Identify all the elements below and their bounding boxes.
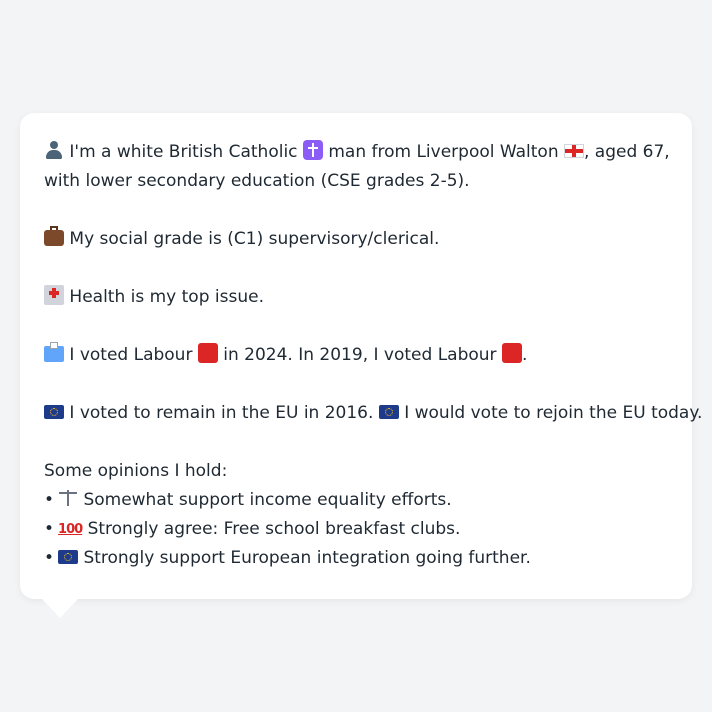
top-issue-paragraph: Health is my top issue. <box>44 283 672 312</box>
bullet: • <box>44 519 55 539</box>
person-icon <box>44 140 64 160</box>
eu-text-2: I would vote to rejoin the EU today. <box>404 403 703 423</box>
list-item: • 100 Strongly agree: Free school breakfa… <box>44 515 672 544</box>
bullet: • <box>44 548 55 568</box>
bullet: • <box>44 490 55 510</box>
briefcase-icon <box>44 226 64 246</box>
eu-flag-icon <box>378 405 399 419</box>
top-issue-text: Health is my top issue. <box>69 287 264 307</box>
eu-paragraph: I voted to remain in the EU in 2016. I w… <box>44 399 702 428</box>
social-grade-text: My social grade is (C1) supervisory/cler… <box>69 229 440 249</box>
opinion-text: Strongly support European integration go… <box>83 548 531 568</box>
red-square-icon <box>197 343 218 363</box>
scales-icon <box>58 488 78 508</box>
identity-line-1: I'm a white British Catholic man from Li… <box>44 138 672 167</box>
identity-text-3: , aged 67, <box>584 142 670 162</box>
ballot-box-icon <box>44 342 64 362</box>
eu-flag-icon <box>58 550 79 564</box>
eu-flag-icon <box>44 405 64 419</box>
england-flag-icon <box>564 144 584 158</box>
identity-text-2: man from Liverpool Walton <box>328 142 559 162</box>
eu-text-1: I voted to remain in the EU in 2016. <box>69 403 374 423</box>
social-grade-paragraph: My social grade is (C1) supervisory/cler… <box>44 225 672 254</box>
identity-text-1: I'm a white British Catholic <box>69 142 298 162</box>
opinions-section: Some opinions I hold: • Somewhat support… <box>44 457 672 573</box>
opinion-text: Strongly agree: Free school breakfast cl… <box>87 519 461 539</box>
opinion-text: Somewhat support income equality efforts… <box>83 490 452 510</box>
vote-paragraph: I voted Labour in 2024. In 2019, I voted… <box>44 341 672 370</box>
vote-text-2: in 2024. In 2019, I voted Labour <box>223 345 497 365</box>
red-square-icon <box>501 343 522 363</box>
identity-paragraph: I'm a white British Catholic man from Li… <box>44 138 672 196</box>
list-item: • Strongly support European integration … <box>44 544 672 573</box>
hundred-points-icon: 100 <box>58 522 83 537</box>
latin-cross-icon <box>302 140 323 160</box>
identity-line-2: with lower secondary education (CSE grad… <box>44 171 470 191</box>
opinions-heading: Some opinions I hold: <box>44 461 228 481</box>
list-item: • Somewhat support income equality effor… <box>44 486 672 515</box>
vote-text-3: . <box>521 345 528 365</box>
hospital-icon <box>44 285 64 305</box>
message-bubble: I'm a white British Catholic man from Li… <box>20 113 702 599</box>
vote-text-1: I voted Labour <box>69 345 193 365</box>
bubble-tail <box>41 598 79 618</box>
